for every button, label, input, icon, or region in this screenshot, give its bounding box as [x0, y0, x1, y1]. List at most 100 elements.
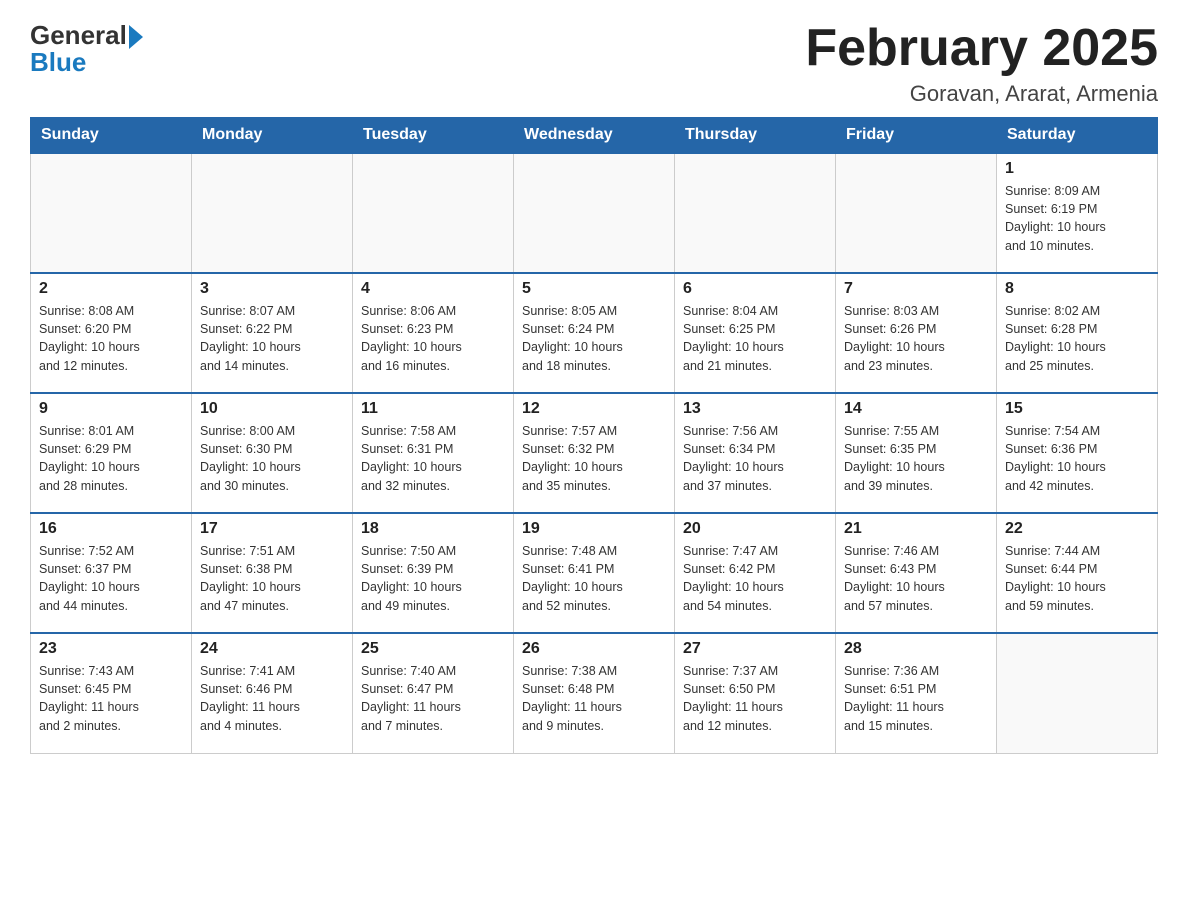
- calendar-cell: 6 Sunrise: 8:04 AM Sunset: 6:25 PM Daylig…: [675, 273, 836, 393]
- day-info: Sunrise: 7:40 AM Sunset: 6:47 PM Dayligh…: [361, 662, 505, 735]
- calendar-cell: 12 Sunrise: 7:57 AM Sunset: 6:32 PM Dayli…: [514, 393, 675, 513]
- day-info: Sunrise: 7:36 AM Sunset: 6:51 PM Dayligh…: [844, 662, 988, 735]
- calendar-table: SundayMondayTuesdayWednesdayThursdayFrid…: [30, 117, 1158, 754]
- day-info: Sunrise: 8:04 AM Sunset: 6:25 PM Dayligh…: [683, 302, 827, 375]
- calendar-cell: 5Sunrise: 8:05 AM Sunset: 6:24 PM Daylig…: [514, 273, 675, 393]
- weekday-header-monday: Monday: [192, 118, 353, 154]
- header: General Blue February 2025 Goravan, Arar…: [30, 20, 1158, 107]
- weekday-header-thursday: Thursday: [675, 118, 836, 154]
- calendar-cell: 3Sunrise: 8:07 AM Sunset: 6:22 PM Daylig…: [192, 273, 353, 393]
- logo-area: General Blue: [30, 20, 143, 78]
- calendar-cell: [675, 153, 836, 273]
- calendar-cell: [31, 153, 192, 273]
- calendar-cell: 15 Sunrise: 7:54 AM Sunset: 6:36 PM Dayli…: [997, 393, 1158, 513]
- calendar-cell: 7 Sunrise: 8:03 AM Sunset: 6:26 PM Daylig…: [836, 273, 997, 393]
- day-info: Sunrise: 7:37 AM Sunset: 6:50 PM Dayligh…: [683, 662, 827, 735]
- day-info: Sunrise: 8:02 AM Sunset: 6:28 PM Dayligh…: [1005, 302, 1149, 375]
- day-info: Sunrise: 7:51 AM Sunset: 6:38 PM Dayligh…: [200, 542, 344, 615]
- weekday-header-wednesday: Wednesday: [514, 118, 675, 154]
- day-number: 2: [39, 280, 183, 298]
- day-number: 3: [200, 280, 344, 298]
- day-info: Sunrise: 8:03 AM Sunset: 6:26 PM Dayligh…: [844, 302, 988, 375]
- day-info: Sunrise: 8:00 AM Sunset: 6:30 PM Dayligh…: [200, 422, 344, 495]
- weekday-header-saturday: Saturday: [997, 118, 1158, 154]
- calendar-cell: 9 Sunrise: 8:01 AM Sunset: 6:29 PM Daylig…: [31, 393, 192, 513]
- day-info: Sunrise: 7:55 AM Sunset: 6:35 PM Dayligh…: [844, 422, 988, 495]
- calendar-cell: [514, 153, 675, 273]
- day-info: Sunrise: 7:46 AM Sunset: 6:43 PM Dayligh…: [844, 542, 988, 615]
- calendar-cell: 16 Sunrise: 7:52 AM Sunset: 6:37 PM Dayli…: [31, 513, 192, 633]
- day-number: 28: [844, 640, 988, 658]
- day-number: 15: [1005, 400, 1149, 418]
- day-info: Sunrise: 7:56 AM Sunset: 6:34 PM Dayligh…: [683, 422, 827, 495]
- day-info: Sunrise: 8:05 AM Sunset: 6:24 PM Dayligh…: [522, 302, 666, 375]
- day-number: 24: [200, 640, 344, 658]
- day-info: Sunrise: 7:58 AM Sunset: 6:31 PM Dayligh…: [361, 422, 505, 495]
- day-info: Sunrise: 7:50 AM Sunset: 6:39 PM Dayligh…: [361, 542, 505, 615]
- day-number: 26: [522, 640, 666, 658]
- calendar-cell: 28 Sunrise: 7:36 AM Sunset: 6:51 PM Dayli…: [836, 633, 997, 753]
- calendar-cell: 4 Sunrise: 8:06 AM Sunset: 6:23 PM Daylig…: [353, 273, 514, 393]
- weekday-header-sunday: Sunday: [31, 118, 192, 154]
- calendar-cell: 25 Sunrise: 7:40 AM Sunset: 6:47 PM Dayli…: [353, 633, 514, 753]
- title-area: February 2025 Goravan, Ararat, Armenia: [805, 20, 1158, 107]
- calendar-cell: 22Sunrise: 7:44 AM Sunset: 6:44 PM Dayli…: [997, 513, 1158, 633]
- week-row-1: 1 Sunrise: 8:09 AM Sunset: 6:19 PM Daylig…: [31, 153, 1158, 273]
- day-number: 7: [844, 280, 988, 298]
- calendar-cell: 10 Sunrise: 8:00 AM Sunset: 6:30 PM Dayli…: [192, 393, 353, 513]
- day-number: 19: [522, 520, 666, 538]
- calendar-cell: 18Sunrise: 7:50 AM Sunset: 6:39 PM Dayli…: [353, 513, 514, 633]
- calendar-cell: 13 Sunrise: 7:56 AM Sunset: 6:34 PM Dayli…: [675, 393, 836, 513]
- weekday-header-row: SundayMondayTuesdayWednesdayThursdayFrid…: [31, 118, 1158, 154]
- day-info: Sunrise: 7:54 AM Sunset: 6:36 PM Dayligh…: [1005, 422, 1149, 495]
- month-title: February 2025: [805, 20, 1158, 77]
- calendar-cell: 24 Sunrise: 7:41 AM Sunset: 6:46 PM Dayli…: [192, 633, 353, 753]
- weekday-header-tuesday: Tuesday: [353, 118, 514, 154]
- day-info: Sunrise: 7:38 AM Sunset: 6:48 PM Dayligh…: [522, 662, 666, 735]
- day-number: 23: [39, 640, 183, 658]
- day-number: 14: [844, 400, 988, 418]
- calendar-cell: 11 Sunrise: 7:58 AM Sunset: 6:31 PM Dayli…: [353, 393, 514, 513]
- week-row-5: 23Sunrise: 7:43 AM Sunset: 6:45 PM Dayli…: [31, 633, 1158, 753]
- calendar-cell: [353, 153, 514, 273]
- day-info: Sunrise: 7:52 AM Sunset: 6:37 PM Dayligh…: [39, 542, 183, 615]
- day-number: 4: [361, 280, 505, 298]
- day-info: Sunrise: 7:47 AM Sunset: 6:42 PM Dayligh…: [683, 542, 827, 615]
- calendar-cell: 19 Sunrise: 7:48 AM Sunset: 6:41 PM Dayli…: [514, 513, 675, 633]
- day-info: Sunrise: 7:57 AM Sunset: 6:32 PM Dayligh…: [522, 422, 666, 495]
- logo-blue-text: Blue: [30, 47, 86, 78]
- week-row-3: 9 Sunrise: 8:01 AM Sunset: 6:29 PM Daylig…: [31, 393, 1158, 513]
- calendar-cell: [997, 633, 1158, 753]
- day-number: 6: [683, 280, 827, 298]
- day-info: Sunrise: 8:01 AM Sunset: 6:29 PM Dayligh…: [39, 422, 183, 495]
- day-number: 1: [1005, 160, 1149, 178]
- calendar-cell: 20 Sunrise: 7:47 AM Sunset: 6:42 PM Dayli…: [675, 513, 836, 633]
- day-number: 17: [200, 520, 344, 538]
- day-info: Sunrise: 7:48 AM Sunset: 6:41 PM Dayligh…: [522, 542, 666, 615]
- day-info: Sunrise: 8:06 AM Sunset: 6:23 PM Dayligh…: [361, 302, 505, 375]
- day-number: 8: [1005, 280, 1149, 298]
- day-number: 16: [39, 520, 183, 538]
- day-number: 13: [683, 400, 827, 418]
- day-info: Sunrise: 7:41 AM Sunset: 6:46 PM Dayligh…: [200, 662, 344, 735]
- calendar-cell: [836, 153, 997, 273]
- day-number: 20: [683, 520, 827, 538]
- day-number: 12: [522, 400, 666, 418]
- calendar-cell: 21 Sunrise: 7:46 AM Sunset: 6:43 PM Dayli…: [836, 513, 997, 633]
- day-number: 9: [39, 400, 183, 418]
- day-number: 10: [200, 400, 344, 418]
- day-info: Sunrise: 8:09 AM Sunset: 6:19 PM Dayligh…: [1005, 182, 1149, 255]
- calendar-cell: [192, 153, 353, 273]
- calendar-cell: 14 Sunrise: 7:55 AM Sunset: 6:35 PM Dayli…: [836, 393, 997, 513]
- day-number: 21: [844, 520, 988, 538]
- day-number: 11: [361, 400, 505, 418]
- calendar-cell: 2Sunrise: 8:08 AM Sunset: 6:20 PM Daylig…: [31, 273, 192, 393]
- calendar-cell: 8 Sunrise: 8:02 AM Sunset: 6:28 PM Daylig…: [997, 273, 1158, 393]
- calendar-cell: 26 Sunrise: 7:38 AM Sunset: 6:48 PM Dayli…: [514, 633, 675, 753]
- week-row-4: 16 Sunrise: 7:52 AM Sunset: 6:37 PM Dayli…: [31, 513, 1158, 633]
- calendar-cell: 23Sunrise: 7:43 AM Sunset: 6:45 PM Dayli…: [31, 633, 192, 753]
- logo-arrow-icon: [129, 25, 143, 49]
- day-number: 25: [361, 640, 505, 658]
- week-row-2: 2Sunrise: 8:08 AM Sunset: 6:20 PM Daylig…: [31, 273, 1158, 393]
- location-title: Goravan, Ararat, Armenia: [805, 81, 1158, 107]
